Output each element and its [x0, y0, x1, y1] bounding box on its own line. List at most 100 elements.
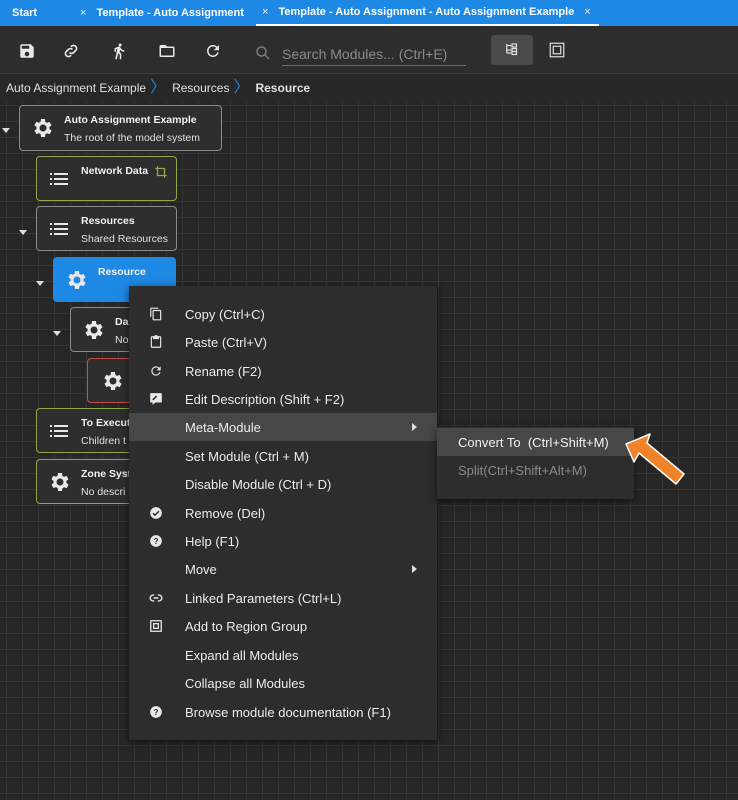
menu-item-linked-parameters[interactable]: Linked Parameters (Ctrl+L) [129, 584, 437, 612]
tree-view-icon [506, 43, 518, 56]
breadcrumb-item[interactable]: Auto Assignment Example [0, 81, 146, 95]
module-title: Auto Assignment Example [64, 114, 197, 126]
tree-view-button[interactable] [491, 35, 533, 65]
edit-description-icon [149, 392, 163, 406]
menu-item-copy[interactable]: Copy (Ctrl+C) [129, 300, 437, 328]
submenu-arrow-icon [412, 565, 417, 573]
tab-label: Template - Auto Assignment [96, 7, 244, 19]
menu-item-label: Expand all Modules [185, 647, 299, 663]
module-node-zone-system[interactable]: Zone Syst No descri [36, 459, 140, 504]
menu-item-label: Move [185, 561, 217, 577]
menu-item-edit-description[interactable]: Edit Description (Shift + F2) [129, 385, 437, 413]
breadcrumb-chevron-icon: 〉 [233, 79, 250, 96]
menu-item-label: Set Module (Ctrl + M) [185, 448, 309, 464]
gear-icon [47, 470, 71, 494]
submenu-arrow-icon [412, 423, 417, 431]
module-description: No [115, 334, 129, 346]
search-input[interactable] [282, 42, 466, 66]
region-group-icon [149, 619, 163, 633]
svg-text:?: ? [154, 537, 159, 546]
breadcrumb-item[interactable]: Resources [172, 81, 229, 95]
menu-item-browse-documentation[interactable]: ? Browse module documentation (F1) [129, 698, 437, 726]
tab-close-icon[interactable]: × [584, 6, 590, 18]
breadcrumb-item-current[interactable]: Resource [255, 81, 310, 95]
tab-auto-assignment-example[interactable]: × Template - Auto Assignment - Auto Assi… [256, 0, 599, 26]
module-title: Resource [98, 266, 146, 278]
tab-start[interactable]: Start [0, 0, 76, 26]
submenu-item-split: Split(Ctrl+Shift+Alt+M) [437, 456, 634, 484]
module-description: No descri [81, 486, 126, 498]
module-node-to-execute[interactable]: To Execut Children t [36, 408, 140, 453]
annotation-arrow-icon [625, 433, 685, 485]
list-icon [47, 167, 71, 191]
menu-item-label: Add to Region Group [185, 618, 308, 634]
list-icon [47, 419, 71, 443]
region-view-icon [549, 42, 565, 58]
context-menu: Copy (Ctrl+C) Paste (Ctrl+V) Rename (F2)… [129, 286, 437, 740]
collapse-arrow-icon[interactable] [36, 281, 44, 286]
menu-item-expand-all[interactable]: Expand all Modules [129, 641, 437, 669]
menu-item-collapse-all[interactable]: Collapse all Modules [129, 669, 437, 697]
submenu-item-label: Split(Ctrl+Shift+Alt+M) [458, 462, 587, 478]
rename-icon [149, 364, 163, 378]
module-description: Shared Resources [81, 233, 168, 245]
submenu-item-convert-to[interactable]: Convert To (Ctrl+Shift+M) [437, 428, 634, 456]
module-description: The root of the model system [64, 132, 200, 144]
toolbar [0, 26, 738, 74]
tab-close-icon[interactable]: × [80, 7, 86, 19]
module-node-network-data[interactable]: Network Data [36, 156, 177, 201]
folder-icon[interactable] [154, 38, 180, 64]
save-icon[interactable] [14, 38, 40, 64]
remove-icon [149, 506, 163, 520]
menu-item-disable-module[interactable]: Disable Module (Ctrl + D) [129, 470, 437, 498]
menu-item-set-module[interactable]: Set Module (Ctrl + M) [129, 442, 437, 470]
menu-item-label: Remove (Del) [185, 505, 266, 521]
tab-close-icon[interactable]: × [262, 6, 268, 18]
menu-item-rename[interactable]: Rename (F2) [129, 357, 437, 385]
link-icon[interactable] [58, 38, 84, 64]
menu-item-remove[interactable]: Remove (Del) [129, 499, 437, 527]
menu-item-label: Rename (F2) [185, 363, 262, 379]
tab-label: Template - Auto Assignment - Auto Assign… [278, 6, 575, 18]
collapse-arrow-icon[interactable] [19, 230, 27, 235]
region-view-button[interactable] [536, 35, 578, 65]
gear-icon [64, 268, 88, 292]
menu-item-label: Copy (Ctrl+C) [185, 306, 265, 322]
module-description: Children t [81, 435, 126, 447]
menu-item-move[interactable]: Move [129, 555, 437, 583]
paste-icon [149, 335, 163, 349]
menu-item-add-region-group[interactable]: Add to Region Group [129, 612, 437, 640]
menu-item-label: Disable Module (Ctrl + D) [185, 476, 332, 492]
menu-item-meta-module[interactable]: Meta-Module [129, 413, 437, 441]
menu-item-paste[interactable]: Paste (Ctrl+V) [129, 328, 437, 356]
crop-icon [154, 165, 168, 179]
menu-item-label: Meta-Module [185, 419, 261, 435]
link-icon [149, 591, 163, 605]
meta-module-submenu: Convert To (Ctrl+Shift+M) Split(Ctrl+Shi… [437, 427, 634, 499]
search-box [254, 40, 466, 68]
collapse-arrow-icon[interactable] [53, 331, 61, 336]
collapse-arrow-icon[interactable] [2, 128, 10, 133]
menu-item-label: Linked Parameters (Ctrl+L) [185, 590, 342, 606]
tab-template-auto-assignment[interactable]: × Template - Auto Assignment [76, 0, 256, 26]
menu-item-label: Edit Description (Shift + F2) [185, 391, 345, 407]
help-icon: ? [149, 534, 163, 548]
run-icon[interactable] [106, 38, 132, 64]
list-icon [47, 217, 71, 241]
svg-text:?: ? [154, 708, 159, 717]
submenu-item-label: Convert To (Ctrl+Shift+M) [458, 434, 609, 450]
refresh-icon[interactable] [200, 38, 226, 64]
menu-item-label: Browse module documentation (F1) [185, 704, 391, 720]
copy-icon [149, 307, 163, 321]
module-node-resources[interactable]: Resources Shared Resources [36, 206, 177, 251]
gear-icon [30, 116, 54, 140]
menu-item-label: Paste (Ctrl+V) [185, 334, 267, 350]
search-icon [256, 46, 270, 60]
module-node-root[interactable]: Auto Assignment Example The root of the … [19, 105, 222, 151]
gear-icon [81, 318, 105, 342]
menu-item-help[interactable]: ? Help (F1) [129, 527, 437, 555]
module-title: Zone Syst [81, 468, 132, 480]
menu-item-label: Collapse all Modules [185, 675, 305, 691]
module-title: Da [115, 316, 129, 328]
tab-bar: Start × Template - Auto Assignment × Tem… [0, 0, 738, 26]
